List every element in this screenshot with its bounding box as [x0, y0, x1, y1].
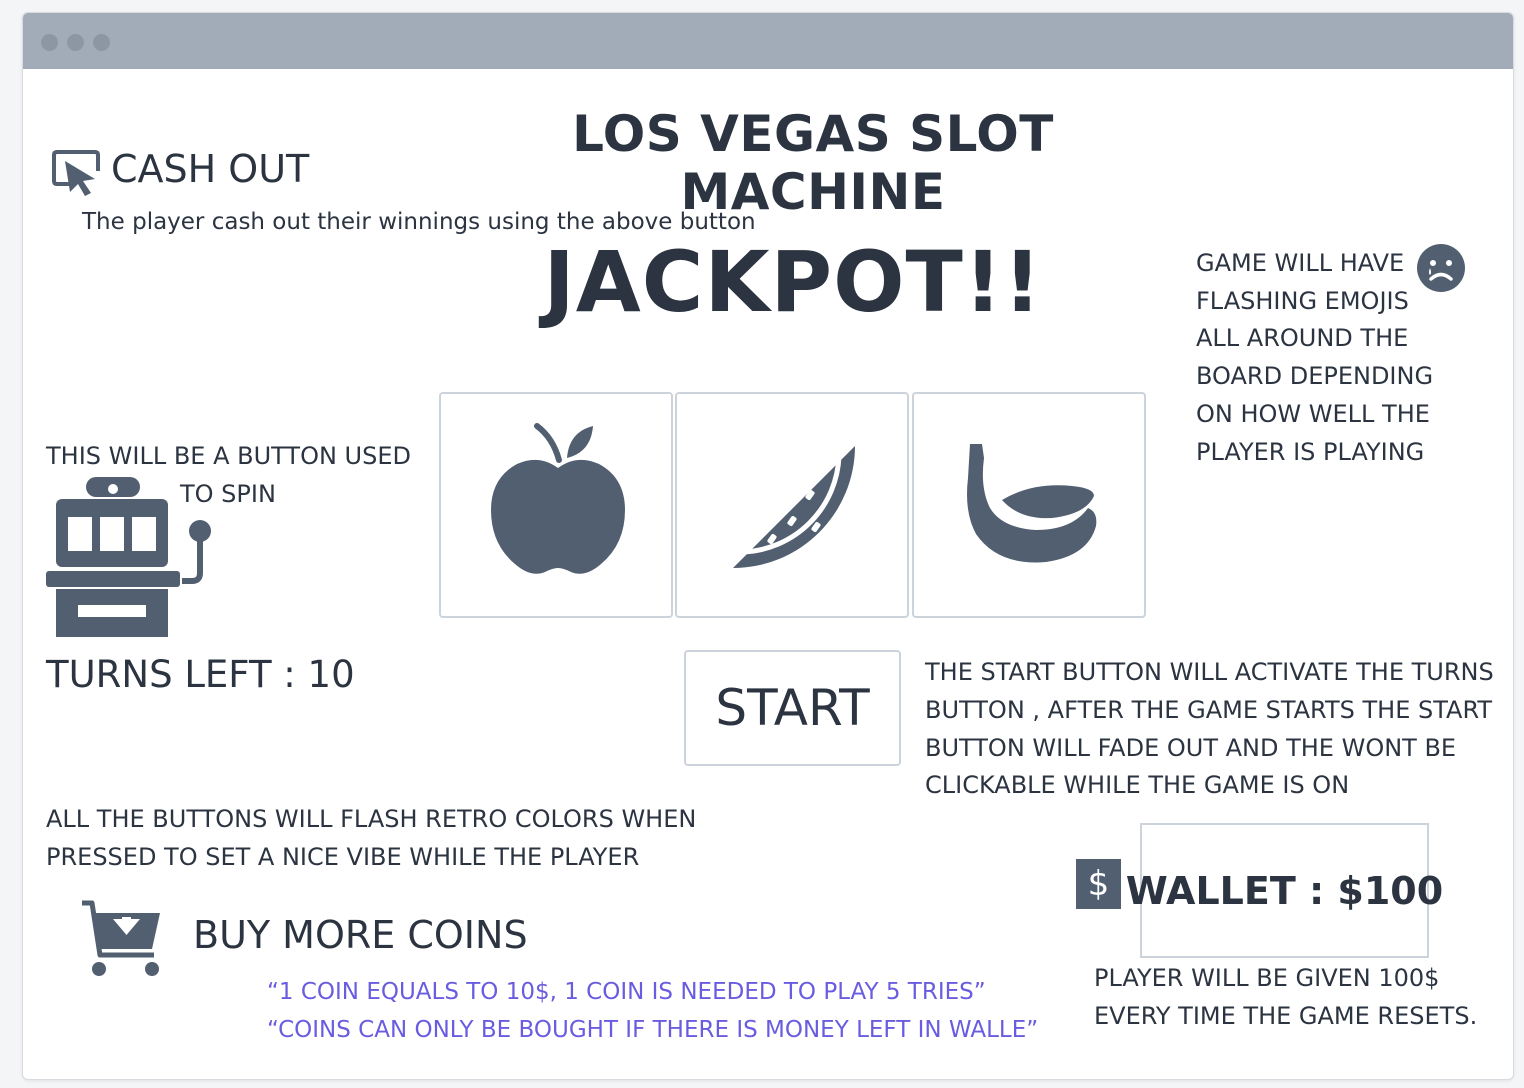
flash-note: ALL THE BUTTONS WILL FLASH RETRO COLORS … [46, 805, 697, 871]
window-dot-maximize[interactable] [93, 34, 110, 51]
window-dot-close[interactable] [41, 34, 58, 51]
window-titlebar [23, 13, 1513, 69]
slot-machine-icon[interactable] [46, 477, 216, 639]
spin-note-line1: THIS WILL BE A BUTTON USED [46, 442, 411, 470]
sad-face-icon [1416, 243, 1466, 293]
cash-out-button[interactable]: CASH OUT [111, 147, 309, 191]
cash-out-note: The player cash out their winnings using… [82, 209, 756, 235]
app-window: LOS VEGAS SLOT MACHINE CASH OUT The play… [22, 12, 1514, 1080]
coin-rule-line2: “COINS CAN ONLY BE BOUGHT IF THERE IS MO… [267, 1017, 1039, 1043]
jackpot-banner: JACKPOT!! [543, 233, 1043, 331]
cursor-click-icon[interactable] [51, 149, 105, 197]
wallet-note: PLAYER WILL BE GIVEN 100$ EVERY TIME THE… [1094, 964, 1478, 1030]
window-dot-minimize[interactable] [67, 34, 84, 51]
watermelon-slice-icon [729, 442, 859, 572]
page-title: LOS VEGAS SLOT MACHINE [572, 105, 1054, 221]
dollar-icon: $ [1076, 859, 1121, 909]
wallet-display: WALLET : $100 [1126, 823, 1443, 958]
reel-1 [439, 392, 673, 618]
start-note: THE START BUTTON WILL ACTIVATE THE TURNS… [925, 658, 1494, 800]
banana-icon [962, 438, 1102, 568]
coin-rule-line1: “1 COIN EQUALS TO 10$, 1 COIN IS NEEDED … [267, 979, 986, 1005]
buy-more-coins-button[interactable]: BUY MORE COINS [193, 913, 528, 957]
apple-icon [487, 418, 629, 578]
coin-rules-quote: “1 COIN EQUALS TO 10$, 1 COIN IS NEEDED … [267, 973, 1097, 1049]
turns-left-label: TURNS LEFT : 10 [46, 653, 355, 696]
shopping-cart-icon[interactable] [80, 899, 164, 979]
start-button[interactable]: START [684, 650, 901, 766]
reel-3 [912, 392, 1146, 618]
reel-2 [675, 392, 909, 618]
